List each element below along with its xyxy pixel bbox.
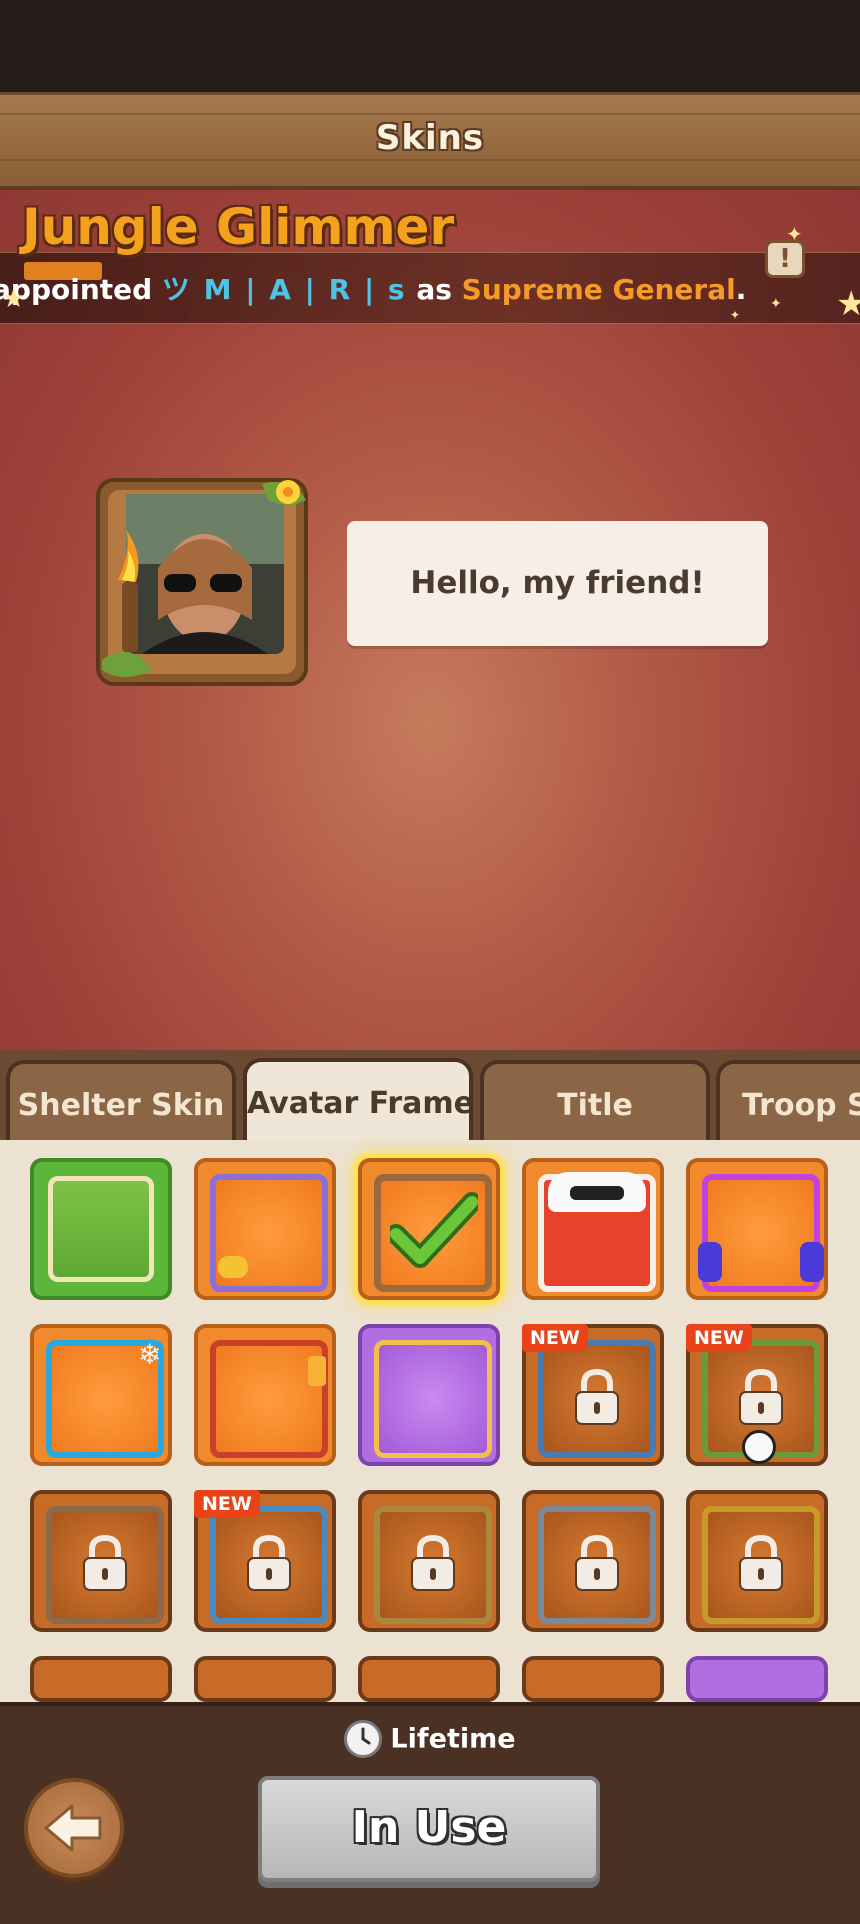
avatar-preview <box>92 470 314 692</box>
gamepad-icon <box>218 1256 248 1278</box>
frame-item[interactable] <box>30 1158 172 1300</box>
page-title: Skins <box>375 118 485 158</box>
new-badge: NEW <box>522 1324 588 1352</box>
frame-item[interactable] <box>194 1158 336 1300</box>
lock-icon <box>575 1534 619 1591</box>
new-badge: NEW <box>194 1490 260 1518</box>
frame-item[interactable] <box>686 1656 828 1702</box>
lock-icon <box>83 1534 127 1591</box>
frame-thumbnail <box>374 1340 492 1458</box>
frame-item-locked[interactable] <box>194 1656 336 1702</box>
tab-troop-skin[interactable]: Troop S <box>716 1060 860 1146</box>
in-use-button[interactable]: In Use <box>258 1776 600 1882</box>
lock-icon <box>739 1534 783 1591</box>
tab-shelter-skin[interactable]: Shelter Skin <box>6 1060 236 1146</box>
lantern-icon <box>308 1356 326 1386</box>
lock-icon <box>411 1534 455 1591</box>
sparkle-icon: ✦ <box>770 296 782 312</box>
headphones-icon <box>800 1242 824 1282</box>
frame-item-locked[interactable]: NEW <box>522 1324 664 1466</box>
frame-item-locked[interactable]: NEW <box>194 1490 336 1632</box>
lock-icon <box>247 1534 291 1591</box>
frame-item-locked[interactable] <box>522 1656 664 1702</box>
frame-item[interactable]: ❄ <box>30 1324 172 1466</box>
lock-icon <box>739 1368 783 1425</box>
announcement-middle: as <box>406 273 462 306</box>
headphones-icon <box>698 1242 722 1282</box>
announcement-text: appointed ツ M | A | R | s as Supreme Gen… <box>0 268 746 308</box>
skin-name: Jungle Glimmer <box>22 198 455 256</box>
back-button[interactable] <box>24 1778 124 1878</box>
back-arrow-icon <box>44 1804 102 1852</box>
frame-item-locked[interactable] <box>30 1656 172 1702</box>
sunglasses-icon <box>570 1186 624 1200</box>
frame-item-locked[interactable] <box>30 1490 172 1632</box>
status-bar <box>0 0 860 92</box>
frame-item-locked[interactable] <box>686 1490 828 1632</box>
frame-item-selected[interactable] <box>358 1158 500 1300</box>
duration-text: Lifetime <box>390 1723 516 1755</box>
sparkle-icon: ★ <box>2 284 26 314</box>
snowflake-icon: ❄ <box>138 1338 162 1371</box>
frame-item[interactable] <box>358 1324 500 1466</box>
sparkle-icon: ★ <box>836 284 860 324</box>
announcement-suffix: . <box>735 273 747 306</box>
frame-item[interactable] <box>686 1158 828 1300</box>
soccer-ball-icon <box>742 1430 776 1464</box>
lock-icon <box>575 1368 619 1425</box>
rank-name: Supreme General <box>461 273 736 306</box>
frame-item[interactable] <box>194 1324 336 1466</box>
new-badge: NEW <box>686 1324 752 1352</box>
frame-item-locked[interactable]: NEW <box>686 1324 828 1466</box>
frame-item-locked[interactable] <box>358 1490 500 1632</box>
tab-title[interactable]: Title <box>480 1060 710 1146</box>
frame-item[interactable] <box>522 1158 664 1300</box>
sparkle-icon: ✦ <box>730 308 741 322</box>
frame-item-locked[interactable] <box>522 1490 664 1632</box>
speech-bubble: Hello, my friend! <box>347 521 768 646</box>
tab-avatar-frame[interactable]: Avatar Frame <box>243 1058 473 1148</box>
clock-icon <box>344 1720 383 1758</box>
info-button[interactable]: ! <box>765 240 805 278</box>
frame-thumbnail <box>48 1176 154 1282</box>
duration-label: Lifetime <box>0 1720 860 1758</box>
jungle-frame-avatar <box>96 478 308 686</box>
checkmark-icon <box>390 1192 478 1268</box>
player-name: ツ M | A | R | s <box>161 273 407 306</box>
frame-item-locked[interactable] <box>358 1656 500 1702</box>
